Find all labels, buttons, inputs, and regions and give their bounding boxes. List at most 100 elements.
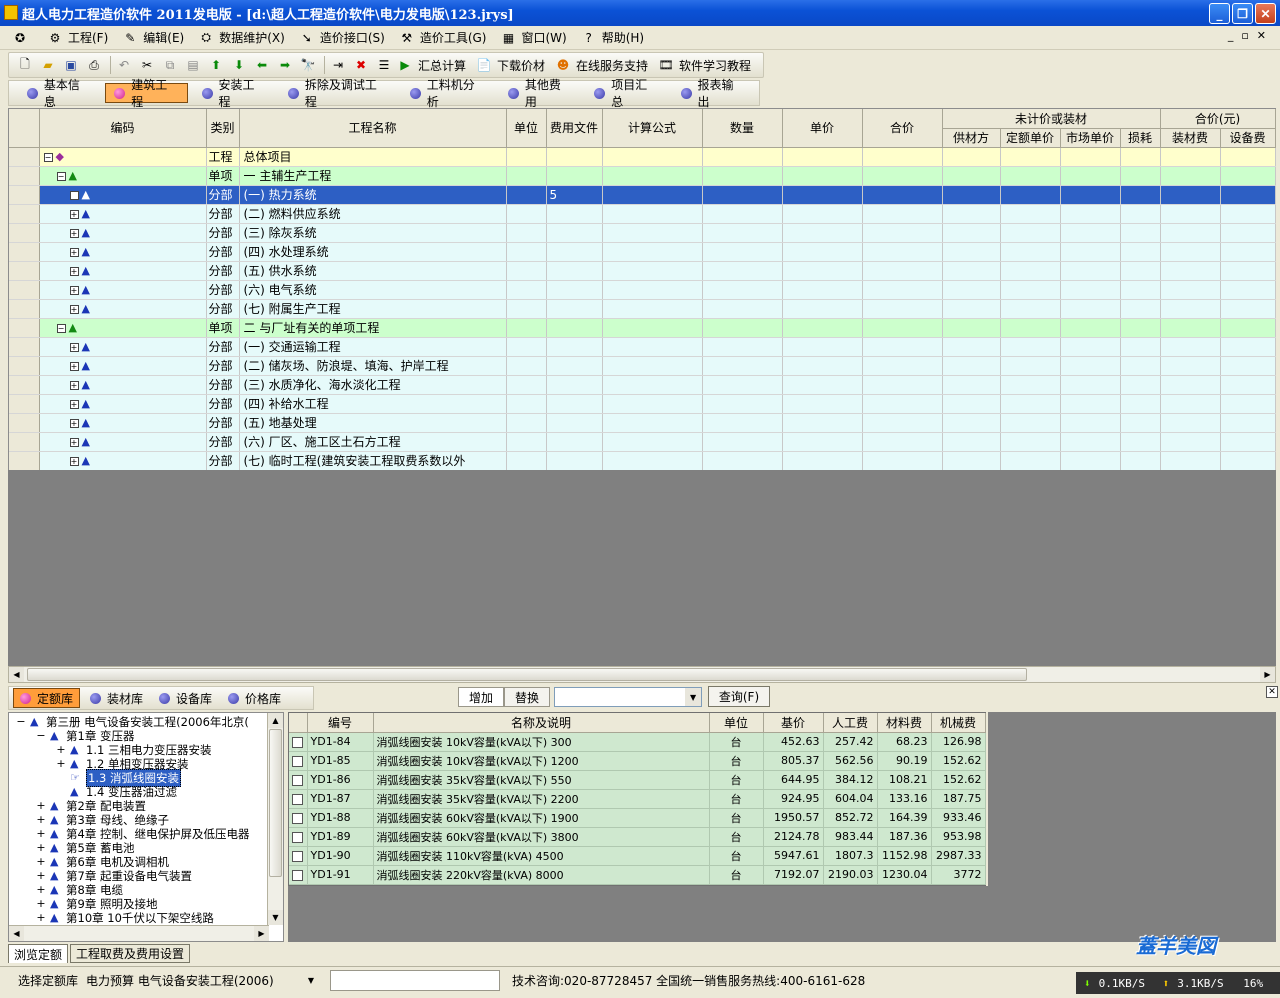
fee-file-cell[interactable] — [546, 223, 603, 243]
value-cell[interactable] — [862, 451, 943, 471]
code-cell[interactable]: + ▲ — [39, 337, 207, 357]
tree-node[interactable]: − ▲ 第1章 变压器 — [35, 729, 134, 743]
code-cell[interactable]: + ▲ — [39, 242, 207, 262]
open-folder-icon[interactable]: ▰ — [38, 55, 58, 75]
value-cell[interactable] — [782, 261, 863, 281]
value-cell[interactable] — [782, 318, 863, 338]
expand-icon[interactable]: + — [69, 209, 79, 219]
value-cell[interactable] — [602, 299, 703, 319]
value-cell[interactable] — [602, 356, 703, 376]
value-cell[interactable] — [782, 204, 863, 224]
value-cell[interactable] — [1120, 432, 1161, 452]
value-cell[interactable] — [782, 413, 863, 433]
bottom-tab-1[interactable]: 工程取费及费用设置 — [70, 944, 191, 963]
row-header[interactable] — [9, 185, 40, 205]
table-row[interactable]: YD1-86 消弧线圈安装 35kV容量(kVA以下) 550 台 644.95 384… — [289, 770, 986, 790]
col-code[interactable]: 编码 — [39, 109, 207, 148]
collapse-icon[interactable]: − — [15, 716, 27, 727]
value-cell[interactable] — [1160, 280, 1221, 300]
name-cell[interactable]: (七) 临时工程(建筑安装工程取费系数以外 — [239, 451, 507, 471]
expand-icon[interactable]: + — [35, 800, 47, 811]
value-cell[interactable] — [782, 280, 863, 300]
quota-col-5[interactable]: 材料费 — [877, 713, 932, 733]
value-cell[interactable] — [1160, 147, 1221, 167]
value-cell[interactable] — [782, 242, 863, 262]
table-row[interactable]: YD1-84 消弧线圈安装 10kV容量(kVA以下) 300 台 452.63 257… — [289, 732, 986, 752]
name-cell[interactable]: (二) 燃料供应系统 — [239, 204, 507, 224]
value-cell[interactable] — [1160, 394, 1221, 414]
query-button[interactable]: 查询(F) — [708, 686, 770, 707]
unit-cell[interactable] — [506, 356, 547, 376]
tab-0[interactable]: 基本信息 — [19, 78, 99, 109]
value-cell[interactable] — [1060, 166, 1121, 186]
row-header[interactable] — [9, 356, 40, 376]
value-cell[interactable] — [862, 280, 943, 300]
quota-cell[interactable]: 604.04 — [823, 789, 878, 809]
unit-cell[interactable] — [506, 223, 547, 243]
tree-node[interactable]: − ▲ 第三册 电气设备安装工程(2006年北京( — [15, 715, 249, 729]
value-cell[interactable] — [602, 318, 703, 338]
code-cell[interactable]: + ▲ — [39, 394, 207, 414]
table-row[interactable]: − ◆ 工程 总体项目 — [9, 147, 1276, 167]
mdi-controls[interactable]: _▫✕ — [1228, 29, 1274, 42]
value-cell[interactable] — [1060, 204, 1121, 224]
fee-file-cell[interactable] — [546, 413, 603, 433]
quota-cell[interactable]: 126.98 — [931, 732, 986, 752]
type-cell[interactable]: 单项 — [206, 166, 240, 186]
value-cell[interactable] — [1000, 451, 1061, 471]
value-cell[interactable] — [1000, 166, 1061, 186]
maximize-button[interactable]: ❐ — [1232, 3, 1253, 24]
fee-file-cell[interactable] — [546, 375, 603, 395]
code-cell[interactable]: + ▲ — [39, 185, 207, 205]
menu-item-2[interactable]: ✎ 编辑(E) — [122, 29, 184, 46]
value-cell[interactable] — [1120, 394, 1161, 414]
value-cell[interactable] — [602, 185, 703, 205]
expand-icon[interactable]: + — [69, 342, 79, 352]
row-checkbox-cell[interactable] — [289, 732, 308, 752]
tree-node[interactable]: ☞ 1.3 消弧线圈安装 — [55, 769, 181, 787]
table-row[interactable]: + ▲ 分部 (一) 热力系统 5 — [9, 185, 1276, 205]
value-cell[interactable] — [602, 147, 703, 167]
unit-cell[interactable] — [506, 166, 547, 186]
quota-cell[interactable]: 452.63 — [763, 732, 824, 752]
tab-7[interactable]: 报表输出 — [673, 78, 753, 109]
insert-icon[interactable]: ⇥ — [328, 55, 348, 75]
checkbox[interactable] — [292, 831, 304, 843]
value-cell[interactable] — [862, 413, 943, 433]
row-checkbox-cell[interactable] — [289, 827, 308, 847]
value-cell[interactable] — [1120, 375, 1161, 395]
move-down-icon[interactable]: ⬇ — [229, 55, 249, 75]
quota-cell[interactable]: 1807.3 — [823, 846, 878, 866]
menu-item-4[interactable]: ➘ 造价接口(S) — [299, 29, 385, 46]
checkbox[interactable] — [292, 793, 304, 805]
name-cell[interactable]: (七) 附属生产工程 — [239, 299, 507, 319]
type-cell[interactable]: 分部 — [206, 356, 240, 376]
table-row[interactable]: YD1-88 消弧线圈安装 60kV容量(kVA以下) 1900 台 1950.57 8… — [289, 808, 986, 828]
tab-1[interactable]: 建筑工程 — [105, 78, 188, 109]
value-cell[interactable] — [1160, 261, 1221, 281]
quota-cell[interactable]: 台 — [709, 846, 764, 866]
tab-5[interactable]: 其他费用 — [500, 78, 580, 109]
checkbox[interactable] — [292, 755, 304, 767]
quota-cell[interactable]: YD1-91 — [307, 865, 374, 885]
unit-cell[interactable] — [506, 337, 547, 357]
row-header[interactable] — [9, 394, 40, 414]
value-cell[interactable] — [1000, 147, 1061, 167]
checkbox[interactable] — [292, 850, 304, 862]
quota-cell[interactable]: 1230.04 — [877, 865, 932, 885]
table-row[interactable]: − ▲ 单项一 主辅生产工程 — [9, 166, 1276, 186]
table-row[interactable]: + ▲ 分部 (二) 储灰场、防浪堤、填海、护岸工程 — [9, 356, 1276, 376]
value-cell[interactable] — [1000, 318, 1061, 338]
value-cell[interactable] — [602, 413, 703, 433]
value-cell[interactable] — [1120, 166, 1161, 186]
collapse-icon[interactable]: − — [35, 730, 47, 741]
quota-cell[interactable]: YD1-90 — [307, 846, 374, 866]
quota-cell[interactable]: YD1-85 — [307, 751, 374, 771]
scroll-down-icon[interactable]: ▼ — [268, 910, 283, 925]
tab-2[interactable]: 安装工程 — [194, 78, 274, 109]
value-cell[interactable] — [702, 375, 783, 395]
quota-cell[interactable]: 644.95 — [763, 770, 824, 790]
quota-cell[interactable]: 消弧线圈安装 60kV容量(kVA以下) 1900 — [373, 808, 710, 828]
quota-cell[interactable]: 消弧线圈安装 35kV容量(kVA以下) 2200 — [373, 789, 710, 809]
value-cell[interactable] — [782, 223, 863, 243]
